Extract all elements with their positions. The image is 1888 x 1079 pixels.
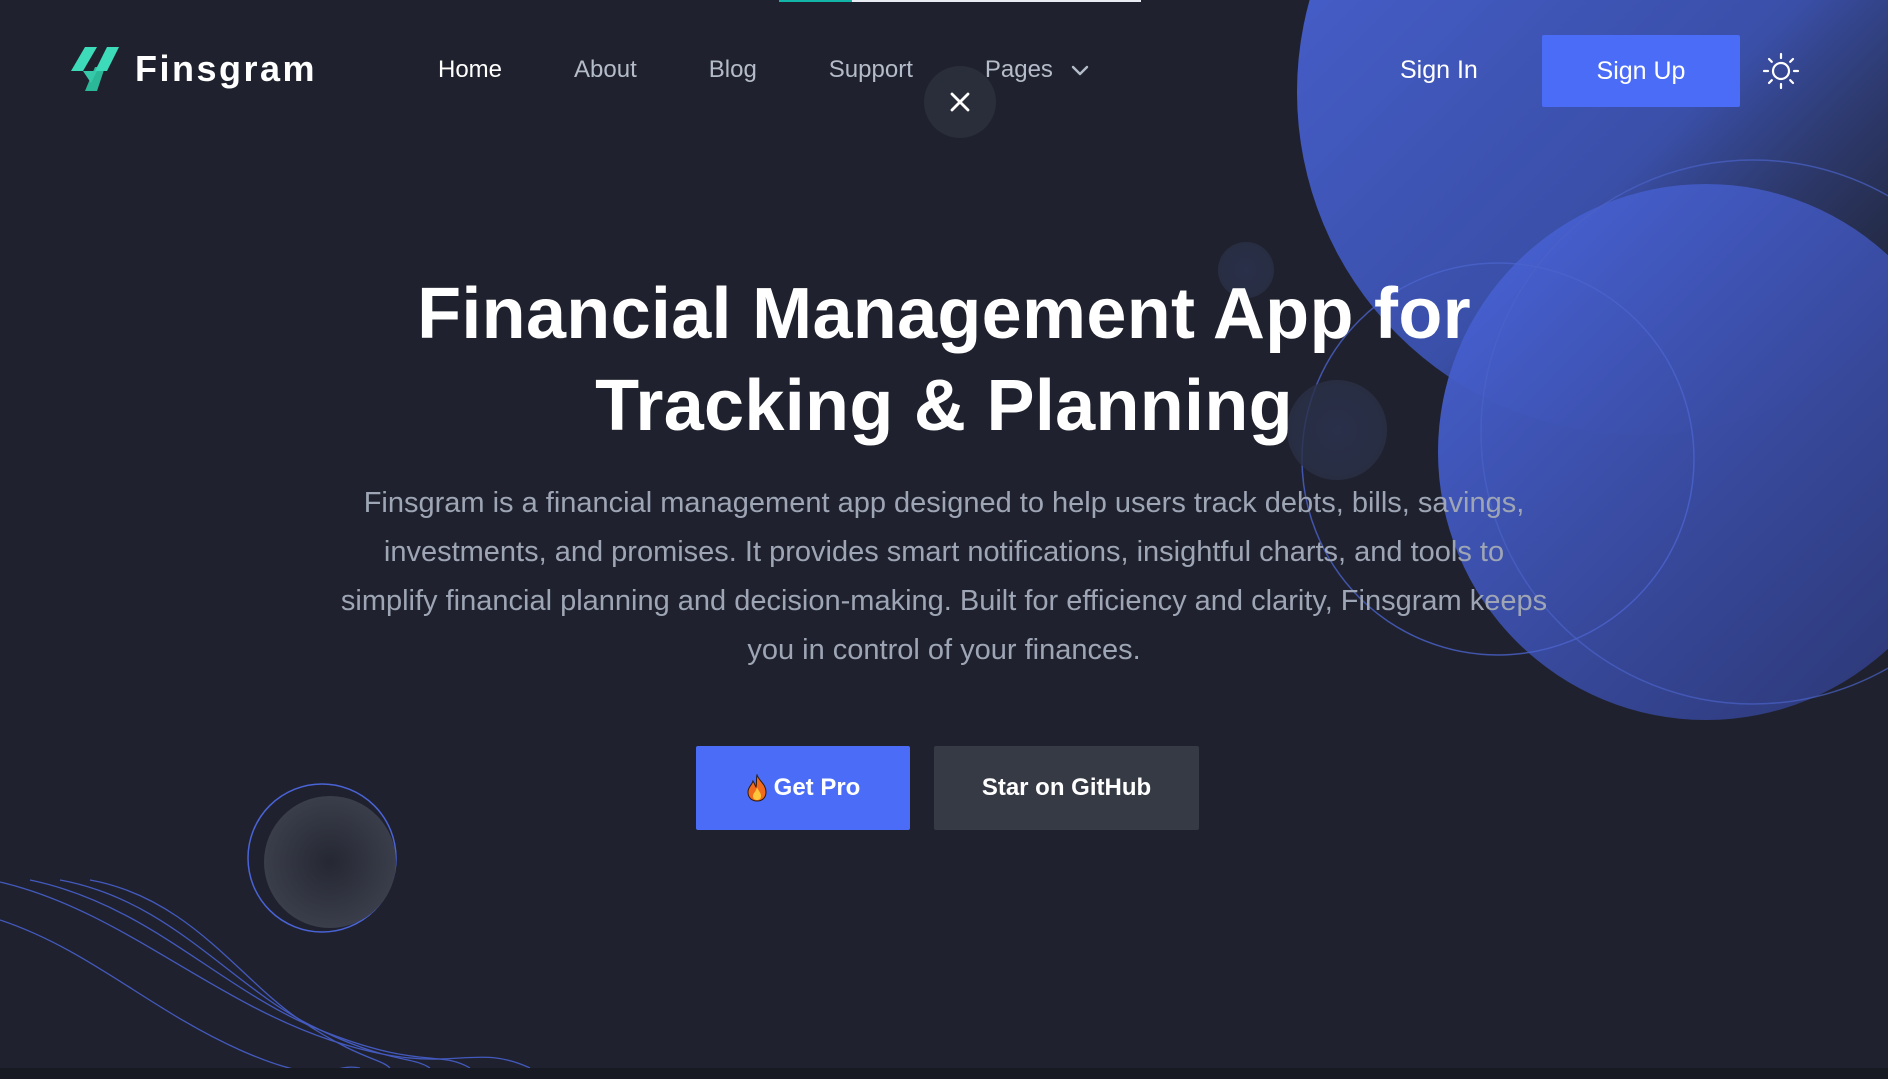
main-nav: Home About Blog Support Pages bbox=[438, 52, 1091, 88]
nav-blog[interactable]: Blog bbox=[709, 52, 757, 88]
star-on-github-button[interactable]: Star on GitHub bbox=[934, 746, 1199, 830]
nav-pages[interactable]: Pages bbox=[985, 52, 1053, 88]
get-pro-button[interactable]: Get Pro bbox=[696, 746, 910, 830]
brand-logo-link[interactable]: Finsgram bbox=[71, 44, 317, 94]
chevron-down-icon[interactable] bbox=[1069, 59, 1091, 81]
close-button[interactable] bbox=[924, 66, 996, 138]
nav-support[interactable]: Support bbox=[829, 52, 913, 88]
sign-up-button[interactable]: Sign Up bbox=[1542, 35, 1740, 107]
site-header: Finsgram Home About Blog Support Pages S… bbox=[0, 0, 1888, 140]
fire-icon bbox=[747, 774, 767, 802]
hero-title: Financial Management App for Tracking & … bbox=[344, 268, 1544, 452]
sign-in-link[interactable]: Sign In bbox=[1400, 52, 1478, 88]
get-pro-label: Get Pro bbox=[773, 774, 861, 801]
page: Finsgram Home About Blog Support Pages S… bbox=[0, 0, 1888, 1068]
close-icon bbox=[950, 92, 970, 112]
finsgram-logo-icon bbox=[71, 47, 119, 91]
nav-pages-dropdown[interactable]: Pages bbox=[985, 52, 1091, 88]
bottom-strip bbox=[0, 1068, 1888, 1079]
hero-title-line-2: Tracking & Planning bbox=[595, 366, 1293, 446]
hero-description: Finsgram is a financial management app d… bbox=[340, 487, 1548, 666]
theme-toggle[interactable] bbox=[1762, 52, 1800, 90]
brand-name: Finsgram bbox=[135, 48, 318, 89]
nav-about[interactable]: About bbox=[574, 52, 637, 88]
sun-icon bbox=[1762, 52, 1800, 90]
nav-home[interactable]: Home bbox=[438, 52, 502, 88]
hero-title-line-1: Financial Management App for bbox=[417, 274, 1471, 354]
